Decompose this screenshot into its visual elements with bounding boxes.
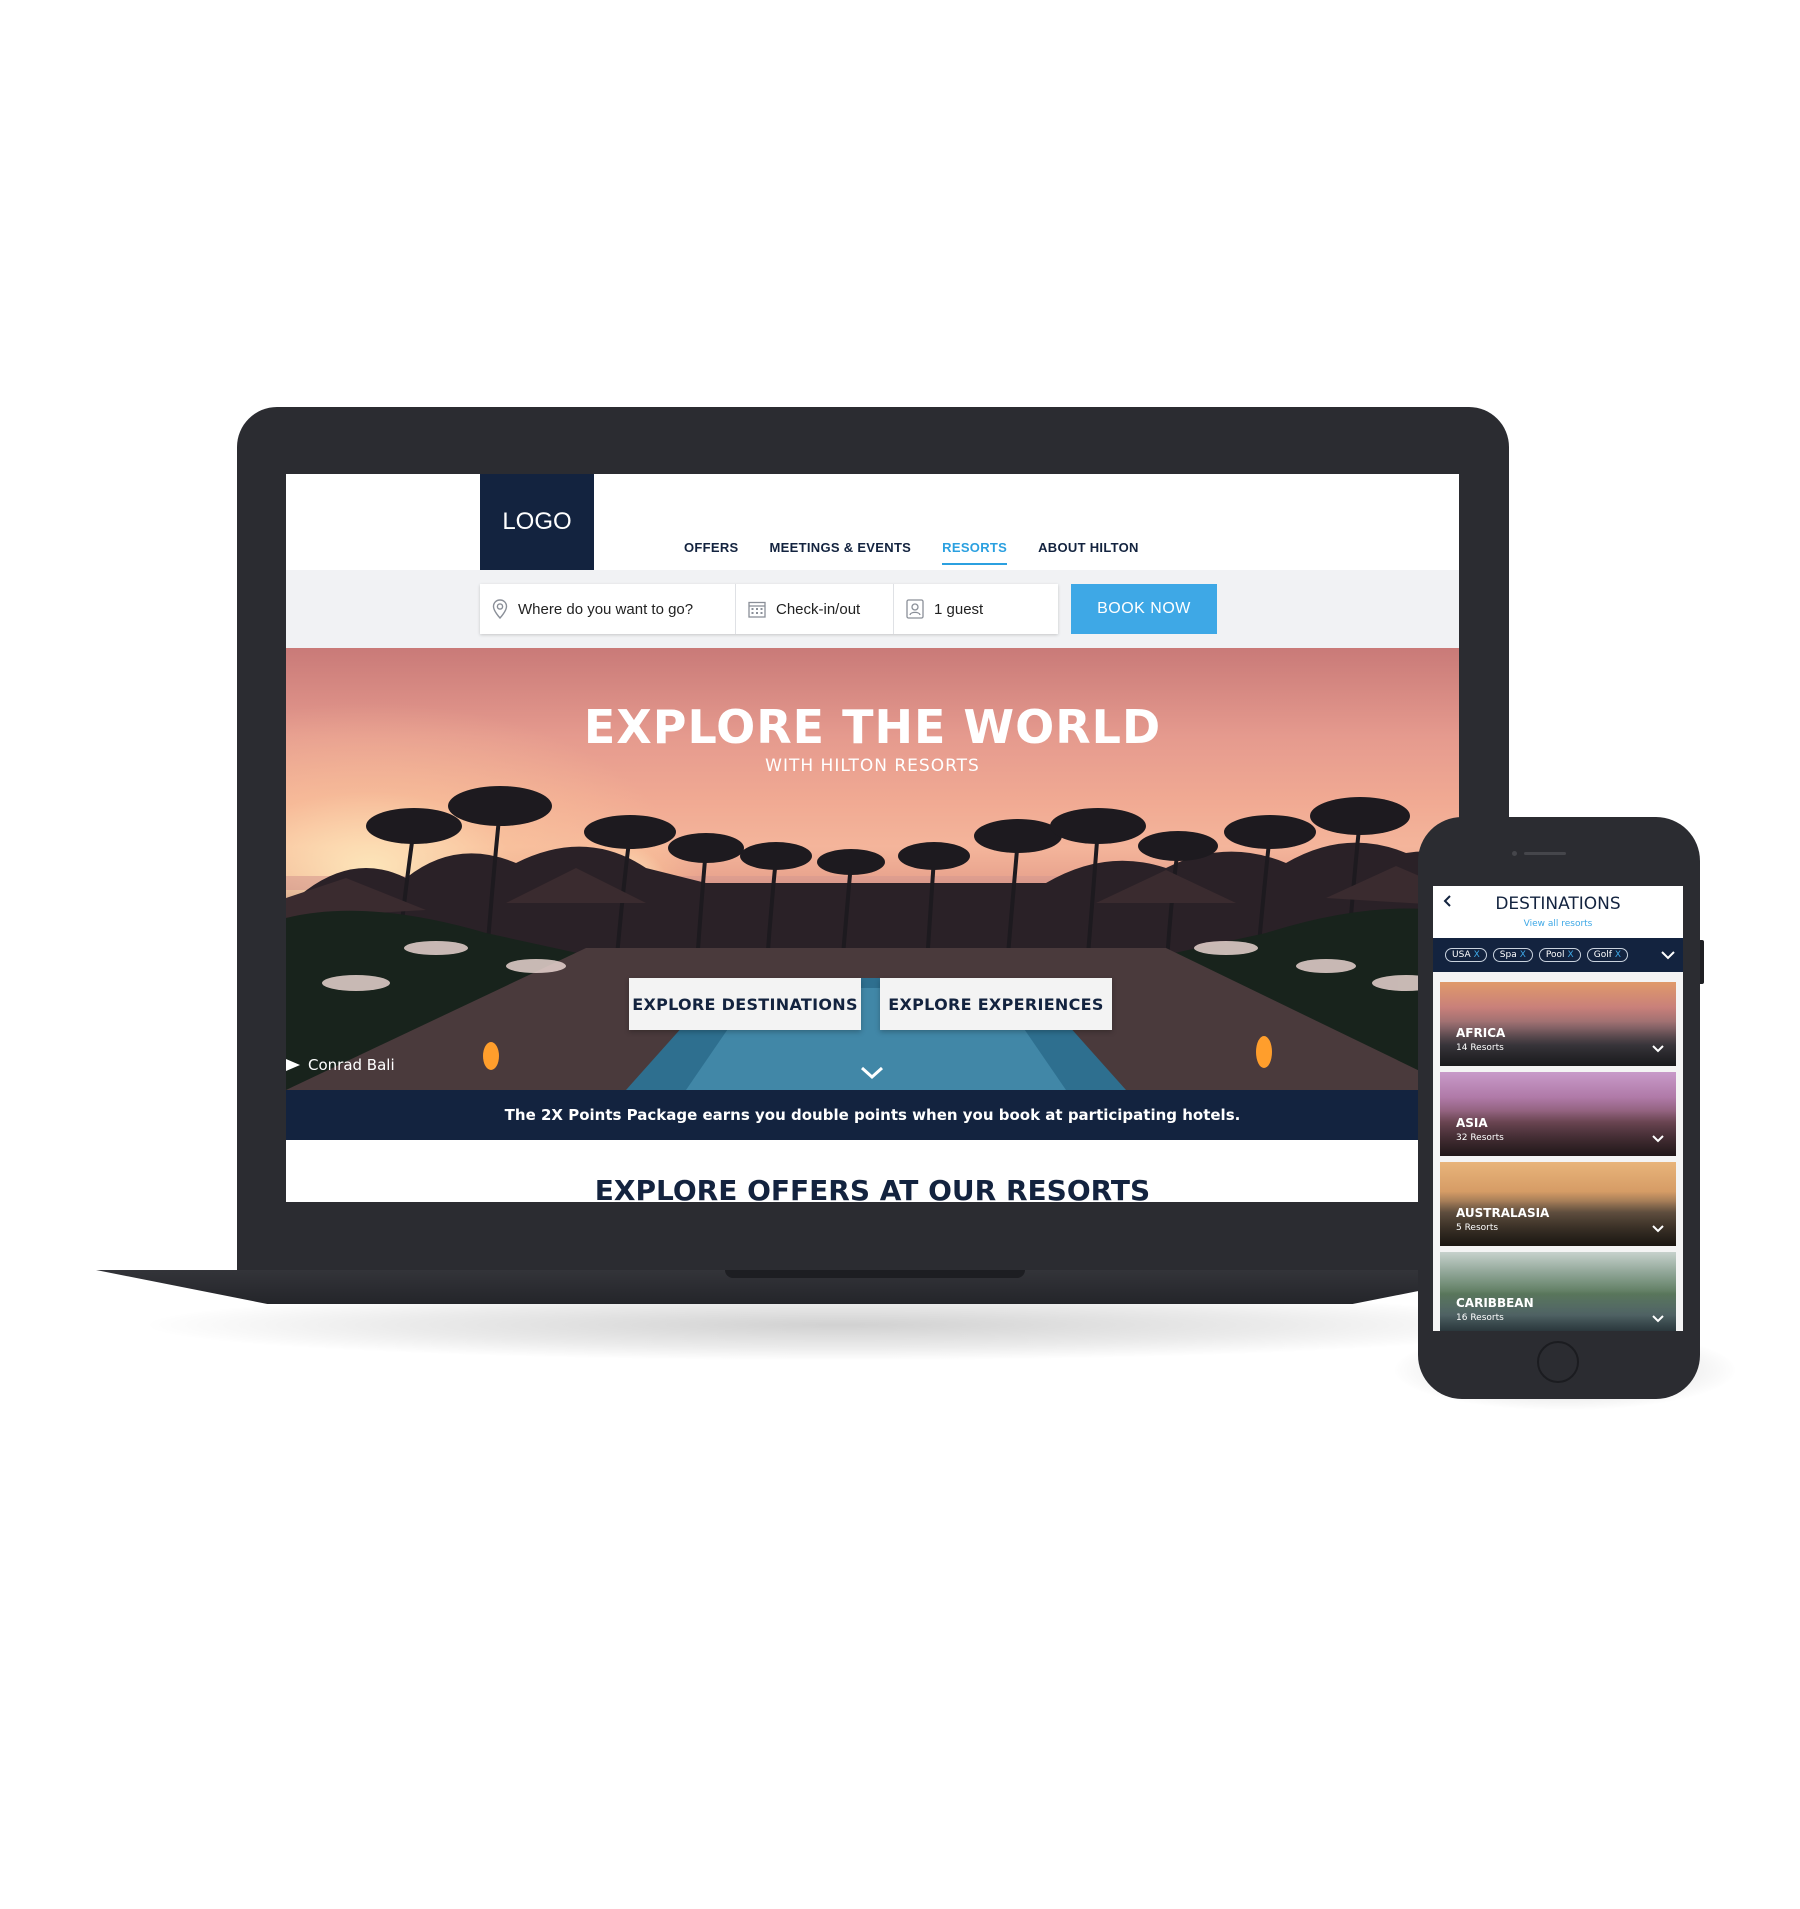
guests-field[interactable]: 1 guest [894, 584, 1058, 634]
destination-name: ASIA [1456, 1116, 1488, 1130]
promo-bar: The 2X Points Package earns you double p… [286, 1090, 1459, 1140]
destination-placeholder: Where do you want to go? [518, 600, 694, 618]
hero-subtitle: WITH HILTON RESORTS [765, 756, 980, 776]
nav-item-offers[interactable]: OFFERS [684, 540, 739, 565]
explore-experiences-button[interactable]: EXPLORE EXPERIENCES [880, 978, 1112, 1030]
hero-title: EXPLORE THE WORLD [583, 700, 1162, 754]
photo-caption: Conrad Bali [286, 1056, 395, 1074]
booking-form: Where do you want to go? Check-in/out 1 … [480, 584, 1058, 634]
chevron-down-icon [1652, 1315, 1664, 1323]
destination-name: AFRICA [1456, 1026, 1506, 1040]
destination-card-caribbean[interactable]: CARIBBEAN 16 Resorts [1440, 1252, 1676, 1331]
mobile-header: DESTINATIONS View all resorts [1433, 886, 1683, 938]
site-header: LOGO OFFERS MEETINGS & EVENTS RESORTS AB… [286, 474, 1459, 570]
chevron-down-icon [1652, 1135, 1664, 1143]
destination-card-asia[interactable]: ASIA 32 Resorts [1440, 1072, 1676, 1156]
filter-bar: USA X Spa X Pool X Golf X [1433, 938, 1683, 972]
calendar-icon [748, 601, 766, 618]
destination-list: AFRICA 14 Resorts ASIA 32 Resorts AUSTRA… [1440, 982, 1676, 1331]
phone-side-button [1700, 940, 1704, 984]
chip-label: Spa [1499, 950, 1517, 960]
filter-chips: USA X Spa X Pool X Golf X [1445, 948, 1629, 962]
view-all-resorts-link[interactable]: View all resorts [1433, 919, 1683, 929]
chevron-down-icon [1652, 1045, 1664, 1053]
destination-name: AUSTRALASIA [1456, 1206, 1550, 1220]
location-pin-icon [492, 599, 508, 619]
guest-icon [906, 599, 924, 619]
phone-home-button[interactable] [1537, 1341, 1579, 1383]
remove-filter-icon[interactable]: X [1520, 950, 1526, 960]
phone-camera [1512, 851, 1517, 856]
chip-label: Golf [1593, 950, 1612, 960]
booking-bar: Where do you want to go? Check-in/out 1 … [286, 570, 1459, 648]
destination-card-africa[interactable]: AFRICA 14 Resorts [1440, 982, 1676, 1066]
chip-label: USA [1452, 950, 1471, 960]
destination-card-australasia[interactable]: AUSTRALASIA 5 Resorts [1440, 1162, 1676, 1246]
remove-filter-icon[interactable]: X [1568, 950, 1574, 960]
laptop-screen: LOGO OFFERS MEETINGS & EVENTS RESORTS AB… [286, 474, 1459, 1202]
destination-count: 14 Resorts [1456, 1043, 1504, 1053]
play-triangle-icon [286, 1059, 300, 1071]
nav-item-resorts[interactable]: RESORTS [942, 540, 1008, 565]
phone-speaker [1524, 852, 1566, 855]
chevron-down-icon [1652, 1225, 1664, 1233]
remove-filter-icon[interactable]: X [1474, 950, 1480, 960]
photo-caption-text: Conrad Bali [308, 1056, 395, 1074]
explore-destinations-button[interactable]: EXPLORE DESTINATIONS [629, 978, 861, 1030]
chevron-down-icon[interactable] [1661, 951, 1675, 960]
nav-item-meetings-events[interactable]: MEETINGS & EVENTS [770, 540, 912, 565]
chip-label: Pool [1545, 950, 1565, 960]
filter-chip-golf[interactable]: Golf X [1586, 948, 1629, 962]
guests-value: 1 guest [934, 600, 984, 618]
filter-chip-pool[interactable]: Pool X [1538, 948, 1581, 962]
destination-count: 16 Resorts [1456, 1313, 1504, 1323]
main-nav: OFFERS MEETINGS & EVENTS RESORTS ABOUT H… [684, 540, 1139, 565]
filter-chip-spa[interactable]: Spa X [1492, 948, 1533, 962]
destination-name: CARIBBEAN [1456, 1296, 1534, 1310]
nav-item-about-hilton[interactable]: ABOUT HILTON [1038, 540, 1139, 565]
hero-banner: EXPLORE THE WORLD WITH HILTON RESORTS EX… [286, 648, 1459, 1090]
dates-field[interactable]: Check-in/out [736, 584, 894, 634]
remove-filter-icon[interactable]: X [1615, 950, 1621, 960]
phone-screen: DESTINATIONS View all resorts USA X Spa X … [1433, 886, 1683, 1331]
destination-field[interactable]: Where do you want to go? [480, 584, 736, 634]
dates-label: Check-in/out [776, 600, 861, 618]
chevron-down-icon[interactable] [858, 1064, 886, 1082]
laptop-notch [725, 1270, 1025, 1278]
destination-count: 32 Resorts [1456, 1133, 1504, 1143]
destination-count: 5 Resorts [1456, 1223, 1499, 1233]
offers-heading: EXPLORE OFFERS AT OUR RESORTS [594, 1174, 1151, 1202]
filter-chip-usa[interactable]: USA X [1445, 948, 1487, 962]
site-logo[interactable]: LOGO [480, 474, 594, 570]
mobile-page-title: DESTINATIONS [1495, 894, 1621, 914]
book-now-button[interactable]: BOOK NOW [1071, 584, 1217, 634]
